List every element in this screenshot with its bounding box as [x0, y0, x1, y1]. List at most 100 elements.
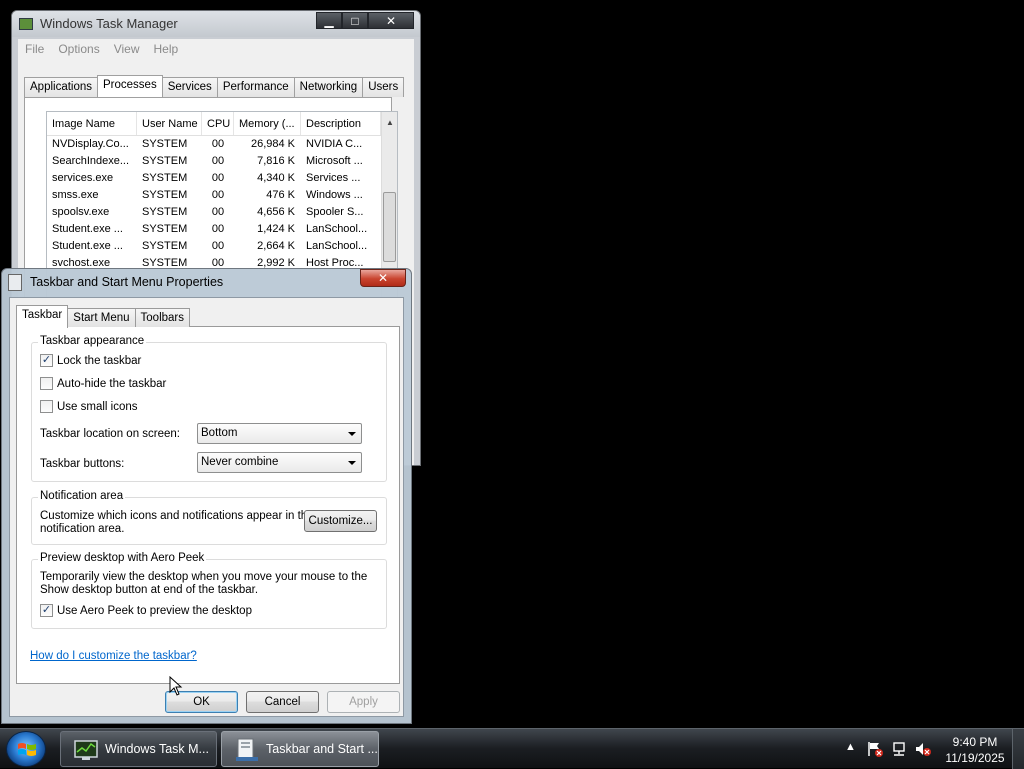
menu-file[interactable]: File [18, 42, 51, 56]
show-desktop-button[interactable] [1012, 729, 1024, 769]
aero-peek-group: Preview desktop with Aero Peek Temporari… [31, 552, 387, 629]
task-manager-icon [19, 18, 33, 30]
action-center-flag-icon[interactable] [867, 741, 883, 757]
network-icon[interactable] [891, 741, 907, 757]
column-cpu[interactable]: CPU [202, 112, 234, 135]
taskbar-location-select[interactable]: Bottom [197, 423, 362, 444]
menu-help[interactable]: Help [147, 42, 186, 56]
minimize-button[interactable]: ▁ [316, 12, 342, 29]
cell-description: Spooler S... [306, 206, 364, 218]
table-row[interactable]: NVDisplay.Co... SYSTEM 00 26,984 K NVIDIA C.… [47, 136, 397, 153]
tab-performance[interactable]: Performance [216, 77, 295, 97]
tab-taskbar[interactable]: Taskbar [16, 305, 69, 328]
mouse-cursor-icon [169, 676, 183, 696]
scroll-up-icon[interactable]: ▲ [386, 118, 394, 127]
aero-peek-title: Preview desktop with Aero Peek [38, 552, 207, 564]
aero-peek-row[interactable]: ✓ Use Aero Peek to preview the desktop [40, 604, 252, 617]
aero-peek-label: Use Aero Peek to preview the desktop [57, 604, 252, 617]
column-description[interactable]: Description [301, 112, 381, 135]
cell-user-name: SYSTEM [142, 172, 188, 184]
column-image-name[interactable]: Image Name [47, 112, 137, 135]
windows-logo-icon [18, 743, 36, 756]
cell-image-name: Student.exe ... [52, 223, 123, 235]
table-row[interactable]: smss.exe SYSTEM 00 476 K Windows ... [47, 187, 397, 204]
taskbar-buttons-value: Never combine [201, 456, 279, 468]
taskbar-location-value: Bottom [201, 427, 238, 439]
menu-view[interactable]: View [107, 42, 147, 56]
aero-peek-checkbox[interactable]: ✓ [40, 604, 53, 617]
cell-user-name: SYSTEM [142, 223, 188, 235]
taskbar-properties-dialog[interactable]: Taskbar and Start Menu Properties ✕ Task… [1, 268, 412, 724]
cell-memory: 7,816 K [257, 155, 295, 167]
auto-hide-row[interactable]: Auto-hide the taskbar [40, 377, 166, 390]
column-user-name[interactable]: User Name [137, 112, 202, 135]
apply-button[interactable]: Apply [327, 691, 400, 713]
tab-applications[interactable]: Applications [24, 77, 99, 97]
cell-user-name: SYSTEM [142, 240, 188, 252]
taskbar-button-label: Taskbar and Start ... [266, 742, 378, 756]
task-manager-tabs: Applications Processes Services Performa… [24, 75, 405, 97]
taskbar-appearance-title: Taskbar appearance [38, 335, 147, 347]
taskbar-button-properties[interactable]: Taskbar and Start ... [221, 731, 379, 767]
process-table-header: Image Name User Name CPU Memory (... Des… [47, 112, 397, 136]
cell-cpu: 00 [211, 189, 225, 201]
notification-text-line2: notification area. [40, 523, 125, 535]
taskbar-button-label: Windows Task M... [105, 742, 209, 756]
clock-time: 9:40 PM [952, 735, 998, 749]
task-manager-titlebar[interactable]: Windows Task Manager ▁ □ ✕ [12, 11, 420, 37]
table-row[interactable]: SearchIndexe... SYSTEM 00 7,816 K Microsoft … [47, 153, 397, 170]
cell-cpu: 00 [211, 240, 225, 252]
cell-memory: 4,656 K [257, 206, 295, 218]
cell-image-name: spoolsv.exe [52, 206, 110, 218]
show-hidden-icons-icon[interactable]: ▲ [845, 741, 856, 753]
cell-user-name: SYSTEM [142, 155, 188, 167]
cell-cpu: 00 [211, 172, 225, 184]
cell-description: Services ... [306, 172, 361, 184]
table-row[interactable]: Student.exe ... SYSTEM 00 2,664 K LanSchool.… [47, 238, 397, 255]
maximize-button[interactable]: □ [342, 12, 368, 29]
task-manager-icon [74, 740, 98, 760]
taskbar-buttons-label: Taskbar buttons: [40, 458, 125, 470]
dialog-titlebar[interactable]: Taskbar and Start Menu Properties ✕ [2, 269, 411, 295]
small-icons-checkbox[interactable] [40, 400, 53, 413]
tab-users[interactable]: Users [362, 77, 405, 97]
cancel-button[interactable]: Cancel [246, 691, 319, 713]
taskbar-location-label: Taskbar location on screen: [40, 428, 180, 440]
cell-cpu: 00 [211, 155, 225, 167]
system-clock[interactable]: 9:40 PM 11/19/2025 [940, 734, 1010, 766]
scroll-thumb[interactable] [383, 192, 396, 262]
lock-taskbar-checkbox[interactable]: ✓ [40, 354, 53, 367]
dialog-title: Taskbar and Start Menu Properties [30, 275, 224, 289]
tab-toolbars[interactable]: Toolbars [134, 308, 190, 327]
dialog-client: Taskbar Start Menu Toolbars Taskbar appe… [9, 297, 404, 717]
tab-processes[interactable]: Processes [97, 75, 163, 97]
table-row[interactable]: services.exe SYSTEM 00 4,340 K Services ... [47, 170, 397, 187]
help-link[interactable]: How do I customize the taskbar? [30, 650, 197, 662]
auto-hide-label: Auto-hide the taskbar [57, 377, 167, 390]
small-icons-row[interactable]: Use small icons [40, 400, 138, 413]
column-memory[interactable]: Memory (... [234, 112, 301, 135]
tab-services[interactable]: Services [161, 77, 218, 97]
menu-options[interactable]: Options [51, 42, 106, 56]
start-button[interactable] [6, 731, 46, 767]
taskbar-buttons-select[interactable]: Never combine [197, 452, 362, 473]
volume-muted-icon[interactable] [915, 741, 931, 757]
cell-image-name: NVDisplay.Co... [52, 138, 129, 150]
task-manager-title: Windows Task Manager [40, 16, 178, 31]
taskbar-button-task-manager[interactable]: Windows Task M... [60, 731, 217, 767]
auto-hide-checkbox[interactable] [40, 377, 53, 390]
tab-networking[interactable]: Networking [293, 77, 364, 97]
taskbar: Windows Task M... Taskbar and Start ... … [0, 728, 1024, 769]
cell-user-name: SYSTEM [142, 206, 188, 218]
lock-taskbar-row[interactable]: ✓ Lock the taskbar [40, 354, 141, 367]
close-button[interactable]: ✕ [368, 12, 414, 29]
properties-icon [8, 274, 22, 291]
lock-taskbar-label: Lock the taskbar [57, 354, 142, 367]
cell-cpu: 00 [211, 223, 225, 235]
table-row[interactable]: spoolsv.exe SYSTEM 00 4,656 K Spooler S... [47, 204, 397, 221]
tab-start-menu[interactable]: Start Menu [67, 308, 136, 327]
customize-button[interactable]: Customize... [304, 510, 377, 532]
table-row[interactable]: Student.exe ... SYSTEM 00 1,424 K LanSchool.… [47, 221, 397, 238]
cell-description: NVIDIA C... [306, 138, 363, 150]
dialog-close-button[interactable]: ✕ [360, 269, 406, 287]
